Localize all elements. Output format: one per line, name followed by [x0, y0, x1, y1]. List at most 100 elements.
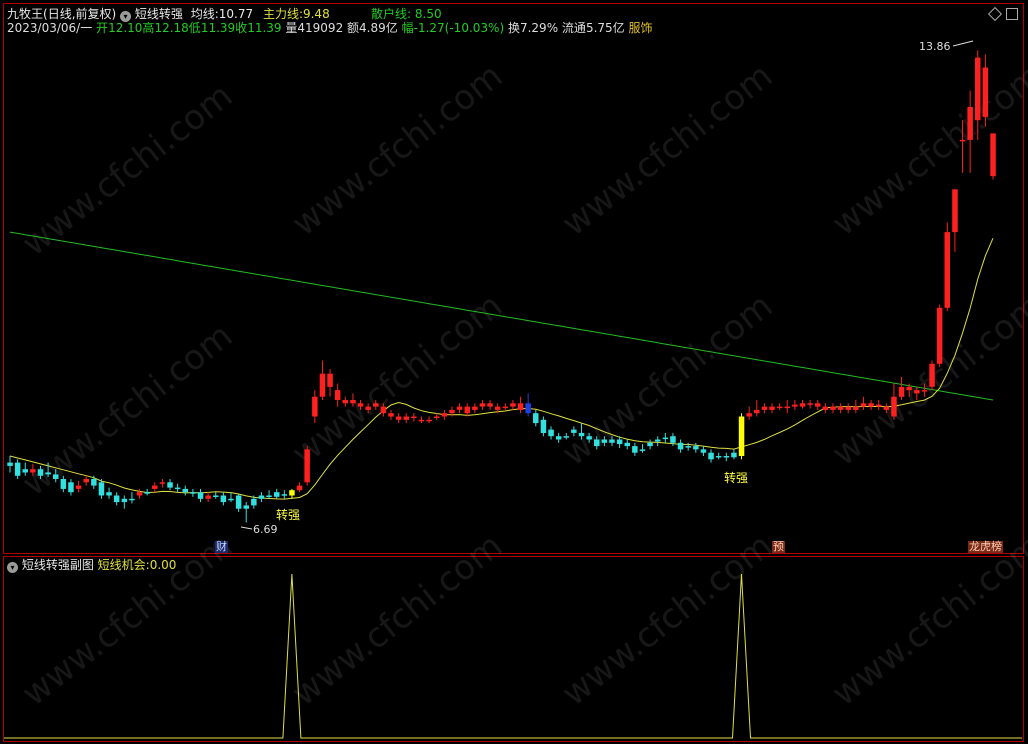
candle-body	[776, 406, 783, 409]
candle-body	[548, 429, 554, 437]
candle-body	[7, 462, 13, 466]
candle-body	[357, 403, 364, 407]
candle-body	[472, 406, 478, 410]
candle-body	[327, 373, 333, 387]
candle-body	[388, 413, 394, 417]
candle-body	[533, 413, 539, 424]
candle-body	[380, 406, 387, 414]
candle-body	[350, 400, 356, 404]
candle-body	[952, 189, 958, 233]
candle-body	[152, 485, 158, 489]
candle-body	[662, 437, 669, 440]
candle-body	[723, 456, 730, 458]
candle-body	[411, 416, 417, 418]
candle-body	[914, 390, 920, 394]
candle-body	[639, 449, 646, 451]
candle-body	[129, 498, 135, 501]
candle-body	[769, 406, 775, 410]
candle-body	[990, 133, 996, 177]
candle-body	[182, 488, 188, 493]
candle-body	[342, 400, 348, 404]
candle-body	[45, 472, 51, 475]
candle-body	[799, 403, 806, 407]
candle-body	[700, 449, 707, 453]
retail-line	[9, 231, 994, 401]
candle-body	[281, 494, 288, 496]
badge-finance[interactable]: 财	[215, 541, 228, 553]
candle-body	[807, 403, 813, 405]
candle-body	[418, 419, 425, 422]
candle-body	[479, 403, 486, 407]
badge-forecast[interactable]: 预	[772, 541, 785, 553]
candle-body	[578, 432, 585, 437]
candle-body	[136, 492, 143, 496]
candle-body	[251, 498, 257, 506]
candle-body	[632, 446, 638, 453]
candle-body	[921, 390, 928, 392]
candle-body	[502, 406, 509, 409]
candle-body	[959, 139, 966, 142]
candlestick-chart[interactable]	[0, 0, 1028, 556]
candle-body	[75, 485, 82, 489]
candle-body	[510, 403, 516, 407]
candle-body	[555, 436, 562, 440]
candle-body	[944, 232, 950, 308]
candle-body	[837, 406, 844, 410]
max-price-label: 13.86	[919, 40, 951, 53]
candle-body	[975, 57, 981, 121]
candle-body	[876, 404, 882, 407]
candle-body	[708, 452, 714, 460]
candle-body	[334, 390, 341, 400]
candle-body	[929, 363, 935, 387]
candle-body	[106, 492, 112, 496]
candle-body	[967, 107, 973, 140]
candle-body	[121, 498, 128, 503]
candle-body	[815, 403, 821, 407]
candle-body	[685, 446, 691, 448]
candle-body	[60, 479, 67, 489]
max-price-pointer	[952, 40, 974, 47]
candle-body	[647, 442, 653, 447]
signal-label-2: 转强	[724, 471, 749, 485]
candle-body	[898, 386, 905, 397]
candle-body	[746, 413, 752, 417]
candle-body	[37, 469, 44, 476]
candle-body	[715, 456, 722, 458]
candle-body	[494, 406, 501, 410]
candle-body	[624, 442, 630, 447]
min-price-label: 6.69	[253, 523, 278, 536]
candle-body	[487, 403, 493, 407]
candle-body	[822, 406, 829, 410]
candle-body	[319, 373, 326, 397]
candle-body	[868, 403, 874, 407]
candle-body	[197, 492, 204, 499]
candle-body	[731, 452, 737, 458]
opportunity-line	[4, 573, 1022, 739]
candle-body	[98, 482, 105, 496]
candle-body	[860, 403, 867, 407]
candle-body	[883, 406, 890, 410]
candle-body	[235, 495, 242, 509]
candle-body	[670, 436, 676, 443]
opportunity-chart[interactable]	[0, 556, 1028, 744]
candle-body	[373, 403, 379, 407]
candle-body	[563, 436, 569, 438]
candle-body	[853, 406, 859, 410]
candle-body	[586, 436, 592, 440]
candle-body	[304, 449, 310, 483]
candle-body	[220, 495, 227, 503]
candle-body	[601, 439, 608, 443]
candle-body	[68, 482, 74, 493]
candle-body	[365, 406, 371, 410]
candle-body	[891, 396, 897, 417]
candle-body	[213, 495, 219, 497]
candle-body	[30, 469, 36, 473]
candle-body	[784, 406, 790, 409]
candle-body	[243, 505, 249, 509]
candle-body	[449, 409, 455, 414]
candle-body	[792, 404, 798, 407]
candle-body	[289, 490, 295, 496]
badge-dragon-tiger[interactable]: 龙虎榜	[968, 541, 1003, 553]
candle-body	[434, 416, 440, 418]
candle-body	[830, 406, 836, 410]
